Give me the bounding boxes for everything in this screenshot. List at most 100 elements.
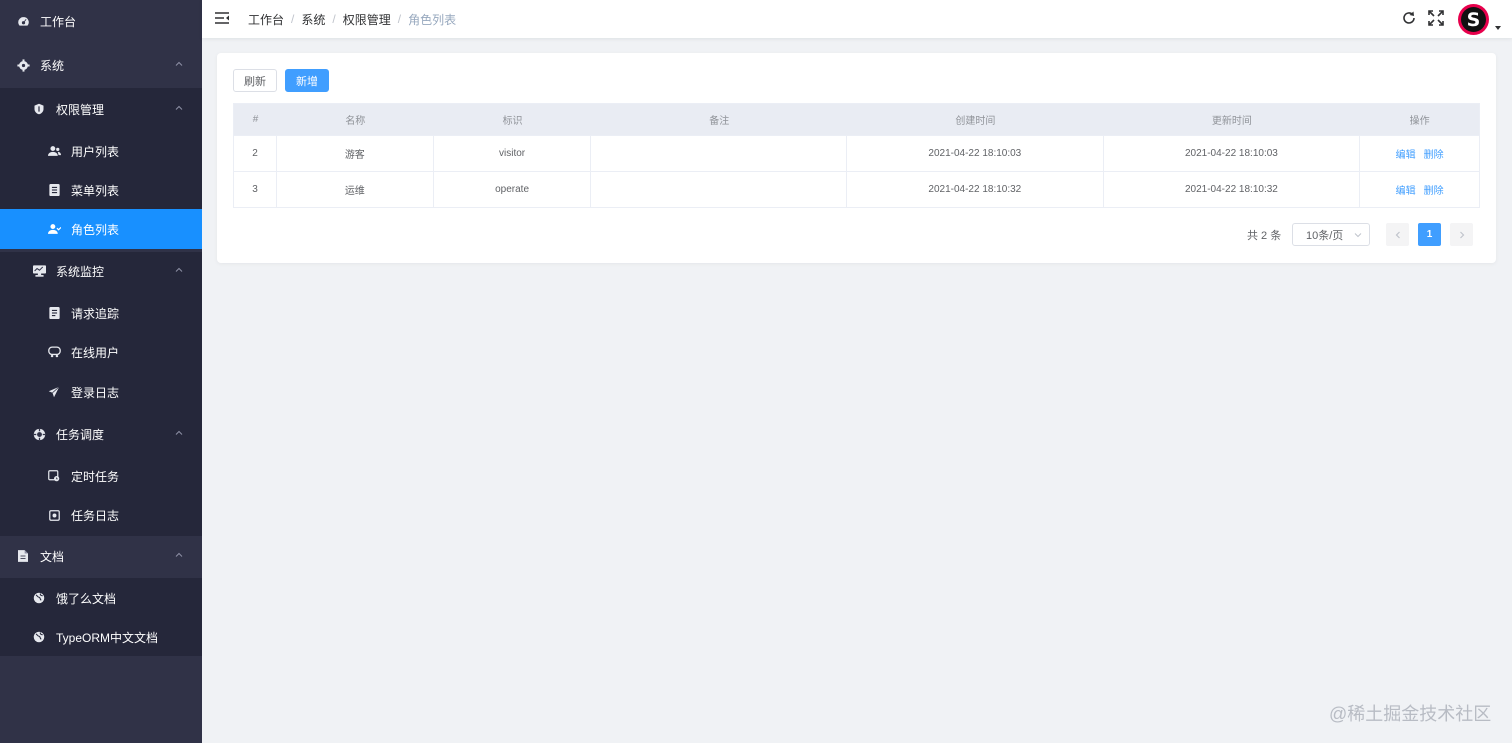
cell-key: visitor [434,136,592,171]
page-size-value: 10条/页 [1306,229,1344,242]
edit-link[interactable]: 编辑 [1396,146,1416,161]
column-header-updated: 更新时间 [1211,116,1252,127]
menu-list-icon [47,183,61,197]
cell-key: operate [434,172,592,207]
page-number-current[interactable]: 1 [1418,223,1441,246]
table-header-row: # 名称 标识 备注 创建时间 更新时间 操作 [234,104,1479,136]
refresh-button[interactable]: 刷新 [233,69,277,92]
sidebar-item-label: 定时任务 [71,469,120,484]
column-header-remark: 备注 [709,116,730,127]
table-row: 2 游客 visitor 2021-04-22 18:10:03 2021-04… [234,136,1479,172]
sidebar-item-menus[interactable]: 菜单列表 [0,170,202,210]
breadcrumb: 工作台 / 系统 / 权限管理 / 角色列表 [248,0,456,38]
sidebar-item-dashboard[interactable]: 工作台 [0,1,202,41]
sidebar-item-label: 请求追踪 [71,306,120,321]
monitor-icon [32,264,46,278]
page-size-select[interactable]: 10条/页 [1292,223,1370,246]
sidebar-item-request-trace[interactable]: 请求追踪 [0,293,202,333]
shield-icon [32,102,46,116]
cell-created: 2021-04-22 18:10:32 [847,172,1104,207]
sidebar-item-monitor[interactable]: 系统监控 [0,251,202,291]
cell-index: 3 [234,172,277,207]
role-icon [47,222,61,236]
sidebar-item-label: 工作台 [40,14,77,29]
hamburger-icon[interactable] [215,11,229,25]
sidebar: 工作台 系统 权限管理 用户列表 菜单列表 角色列表 系统监控 请求追踪 在线用… [0,0,202,743]
prev-page-button[interactable] [1386,223,1409,246]
sidebar-item-element-docs[interactable]: 饿了么文档 [0,578,202,618]
sidebar-item-label: 系统监控 [56,264,105,279]
cell-updated: 2021-04-22 18:10:03 [1104,136,1361,171]
breadcrumb-item-system[interactable]: 系统 [301,11,325,28]
breadcrumb-separator: / [291,12,295,26]
cell-index: 2 [234,136,277,171]
sidebar-item-label: 文档 [40,549,65,564]
chevron-up-icon [175,552,183,557]
add-button[interactable]: 新增 [285,69,329,92]
sidebar-item-docs[interactable]: 文档 [0,536,202,576]
pagination-total: 共 2 条 [1247,229,1282,242]
sidebar-item-typeorm-docs[interactable]: TypeORM中文文档 [0,617,202,657]
column-header-name: 名称 [345,116,366,127]
sidebar-item-schedule[interactable]: 任务调度 [0,414,202,454]
column-header-actions: 操作 [1409,116,1430,127]
task-log-icon [47,508,61,522]
paper-plane-icon [47,385,61,399]
sidebar-item-label: 任务日志 [71,508,120,523]
edit-link[interactable]: 编辑 [1396,182,1416,197]
breadcrumb-separator: / [397,12,402,26]
gear-icon [16,58,30,72]
column-header-index: # [252,114,259,125]
delete-link[interactable]: 删除 [1424,182,1444,197]
cell-updated: 2021-04-22 18:10:32 [1104,172,1361,207]
sidebar-item-login-log[interactable]: 登录日志 [0,372,202,412]
cell-name: 游客 [277,136,434,171]
cell-actions: 编辑 删除 [1360,172,1479,207]
sidebar-item-permissions[interactable]: 权限管理 [0,89,202,129]
dashboard-icon [16,14,30,28]
chevron-right-icon [1459,231,1464,238]
sidebar-item-label: 权限管理 [56,102,105,117]
users-icon [47,144,61,158]
sidebar-item-task-log[interactable]: 任务日志 [0,495,202,535]
avatar[interactable]: S [1458,4,1489,35]
avatar-letter: S [1461,7,1486,32]
online-users-icon [47,345,61,359]
sidebar-item-users[interactable]: 用户列表 [0,131,202,171]
delete-link[interactable]: 删除 [1424,146,1444,161]
sidebar-item-label: 角色列表 [71,222,120,237]
roles-table: # 名称 标识 备注 创建时间 更新时间 操作 2 游客 visitor 202… [233,103,1480,208]
chevron-down-icon [1354,233,1362,238]
caret-down-icon[interactable] [1495,26,1501,30]
sidebar-item-roles[interactable]: 角色列表 [0,209,202,249]
document-icon [16,549,30,563]
cell-remark [591,172,848,207]
breadcrumb-separator: / [332,12,336,26]
breadcrumb-item-dashboard[interactable]: 工作台 [248,11,284,28]
chevron-up-icon [175,105,183,110]
cell-created: 2021-04-22 18:10:03 [847,136,1104,171]
sidebar-item-label: 菜单列表 [71,183,120,198]
sidebar-item-label: TypeORM中文文档 [56,630,159,645]
chevron-up-icon [175,267,183,272]
globe-icon [32,591,46,605]
table-row: 3 运维 operate 2021-04-22 18:10:32 2021-04… [234,172,1479,208]
cell-name: 运维 [277,172,434,207]
sidebar-item-label: 登录日志 [71,385,120,400]
schedule-icon [32,427,46,441]
content-card: 刷新 新增 # 名称 标识 备注 创建时间 更新时间 操作 2 游客 visit… [217,53,1496,263]
chevron-up-icon [175,61,183,66]
sidebar-item-label: 在线用户 [71,345,120,360]
sidebar-item-online-users[interactable]: 在线用户 [0,332,202,372]
sidebar-item-label: 任务调度 [56,427,105,442]
sidebar-item-timer-task[interactable]: 定时任务 [0,456,202,496]
refresh-icon[interactable] [1401,10,1417,26]
fullscreen-icon[interactable] [1428,10,1444,26]
breadcrumb-item-permissions[interactable]: 权限管理 [343,11,391,28]
timer-task-icon [47,469,61,483]
globe-icon [32,630,46,644]
cell-remark [591,136,848,171]
next-page-button[interactable] [1450,223,1473,246]
sidebar-item-label: 饿了么文档 [56,591,117,606]
sidebar-item-system[interactable]: 系统 [0,45,202,85]
